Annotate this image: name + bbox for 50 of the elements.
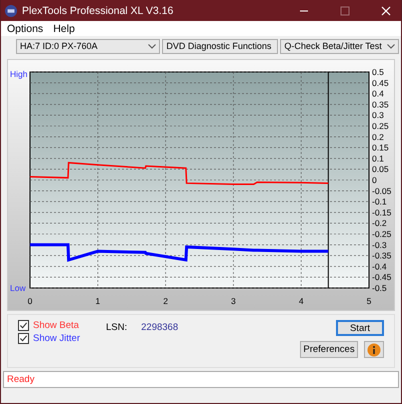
close-icon[interactable] bbox=[381, 6, 391, 16]
axis-tick-label: 0.1 bbox=[372, 153, 384, 164]
axis-tick-label: 0.4 bbox=[372, 88, 384, 99]
axis-tick-label: 0.3 bbox=[372, 110, 384, 120]
axis-tick-label: -0.25 bbox=[372, 229, 392, 239]
dropdown[interactable]: Q-Check Beta/Jitter Test bbox=[280, 38, 399, 54]
axis-tick-label: -0.1 bbox=[372, 196, 387, 207]
axis-tick-label: 0.15 bbox=[372, 142, 389, 153]
window-title: PlexTools Professional XL V3.16 bbox=[22, 4, 174, 16]
status-text: Ready bbox=[7, 374, 34, 385]
maximize-icon[interactable] bbox=[340, 6, 350, 16]
app-logo-icon bbox=[5, 4, 17, 16]
axis-tick-label: 5 bbox=[366, 296, 372, 306]
checkbox[interactable] bbox=[18, 333, 29, 344]
axis-tick-label: 0.5 bbox=[372, 67, 384, 77]
axis-tick-label: 0.25 bbox=[372, 121, 389, 131]
caret-icon bbox=[148, 44, 156, 48]
checkbox-label: Show Beta bbox=[33, 320, 79, 331]
start-button[interactable]: Start bbox=[336, 320, 384, 336]
axis-tick-label: 2 bbox=[163, 296, 168, 306]
axis-tick-label: -0.15 bbox=[372, 207, 392, 218]
menu-item[interactable]: Options bbox=[7, 22, 44, 34]
checkbox-label: Show Jitter bbox=[33, 333, 80, 344]
axis-tick-label: -0.5 bbox=[372, 283, 387, 293]
axis-tick-label: -0.2 bbox=[372, 218, 387, 228]
axis-tick-label: 0.05 bbox=[372, 164, 389, 174]
lsn-value: 2298368 bbox=[141, 322, 178, 333]
menu-item[interactable]: Help bbox=[53, 22, 75, 34]
lsn-label: LSN: bbox=[106, 322, 128, 333]
axis-label: Low bbox=[10, 283, 26, 293]
axis-tick-label: -0.45 bbox=[372, 272, 392, 282]
axis-tick-label: -0.4 bbox=[372, 261, 387, 272]
axis-label: High bbox=[10, 69, 28, 79]
axis-tick-label: 4 bbox=[298, 296, 304, 306]
axis-tick-label: 0 bbox=[372, 175, 377, 185]
axis-tick-label: 0.35 bbox=[372, 99, 389, 110]
axis-tick-label: -0.3 bbox=[372, 240, 387, 250]
axis-tick-label: -0.35 bbox=[372, 250, 392, 261]
preferences-button[interactable]: Preferences bbox=[300, 341, 358, 358]
axis-tick-label: -0.05 bbox=[372, 186, 392, 196]
dropdown[interactable]: HA:7 ID:0 PX-760A bbox=[16, 38, 160, 54]
axis-tick-label: 0.45 bbox=[372, 78, 389, 88]
caret-icon bbox=[387, 44, 395, 48]
axis-tick-label: 1 bbox=[95, 296, 100, 306]
info-button[interactable] bbox=[364, 341, 384, 358]
checkbox[interactable] bbox=[18, 320, 29, 331]
axis-tick-label: 0 bbox=[28, 296, 32, 306]
dropdown[interactable]: DVD Diagnostic Functions bbox=[162, 38, 278, 54]
axis-tick-label: 3 bbox=[231, 296, 236, 306]
axis-tick-label: 0.2 bbox=[372, 132, 384, 142]
